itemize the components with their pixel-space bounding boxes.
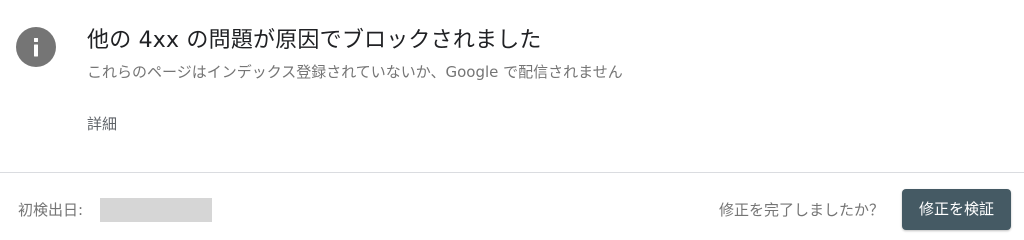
info-icon [16,27,56,67]
issue-card: 他の 4xx の問題が原因でブロックされました これらのページはインデックス登録… [0,0,1024,240]
issue-footer: 初検出日: 修正を完了しましたか？ 修正を検証 [0,173,1024,240]
issue-header: 他の 4xx の問題が原因でブロックされました これらのページはインデックス登録… [0,0,1024,172]
first-detected-date-redacted [100,198,212,222]
fix-question: 修正を完了しましたか？ [718,201,884,219]
info-glyph [34,38,38,57]
validate-fix-button[interactable]: 修正を検証 [902,189,1011,230]
details-link[interactable]: 詳細 [87,113,117,135]
first-detected-label: 初検出日: [18,201,84,219]
issue-description: これらのページはインデックス登録されていないか、Google で配信されません [87,63,623,81]
issue-title: 他の 4xx の問題が原因でブロックされました [87,28,542,53]
